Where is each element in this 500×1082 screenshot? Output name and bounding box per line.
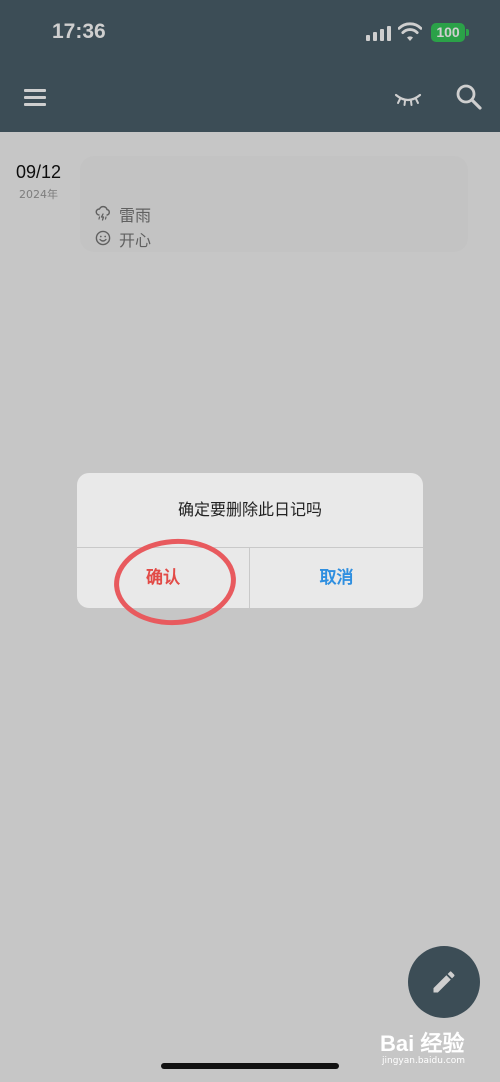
watermark: Bai 经验 jingyan.baidu.com [368, 1024, 494, 1074]
dialog-message: 确定要删除此日记吗 [177, 500, 322, 519]
cancel-button[interactable]: 取消 [250, 548, 423, 608]
watermark-logo: Bai 经验 [380, 1031, 465, 1056]
home-indicator [161, 1063, 339, 1069]
watermark-url: jingyan.baidu.com [382, 1056, 466, 1066]
